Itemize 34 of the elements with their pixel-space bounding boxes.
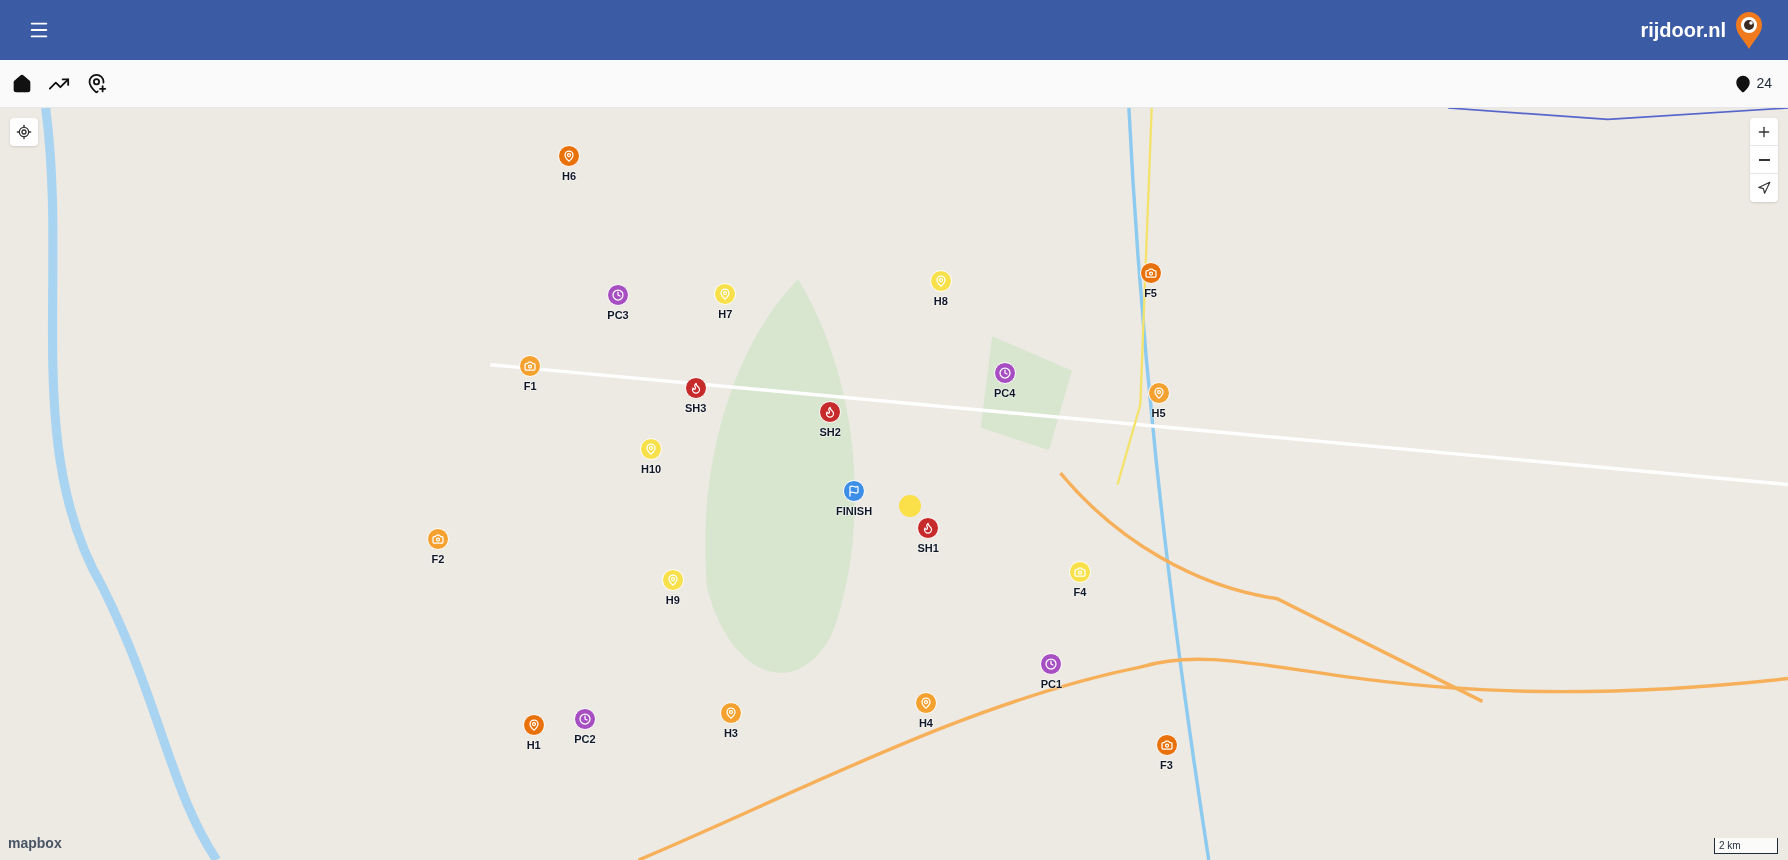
pin-icon xyxy=(1734,74,1753,93)
marker-count: 24 xyxy=(1756,74,1772,93)
scale-bar: 2 km xyxy=(1714,838,1778,854)
pin-icon xyxy=(719,288,732,300)
clock-icon xyxy=(1045,657,1058,670)
compass-icon xyxy=(1757,181,1771,195)
logo-icon xyxy=(1734,10,1764,50)
pin-icon xyxy=(666,574,679,587)
flame-icon xyxy=(824,405,837,418)
locate-icon xyxy=(16,124,32,140)
pin-plus-icon xyxy=(86,73,107,94)
pin-icon xyxy=(1152,387,1165,400)
flag-icon xyxy=(848,485,861,498)
locate-button[interactable] xyxy=(10,118,38,146)
camera-icon xyxy=(1144,267,1157,280)
pin-icon xyxy=(527,719,540,732)
home-icon xyxy=(12,73,32,94)
pin-icon xyxy=(724,706,737,719)
app-title: rijdoor.nl xyxy=(1640,18,1726,43)
flame-icon xyxy=(689,381,702,394)
map-attribution: mapbox xyxy=(8,834,62,853)
camera-icon xyxy=(1160,738,1173,751)
clock-icon xyxy=(612,289,625,302)
pin-icon xyxy=(934,275,947,288)
flame-icon xyxy=(922,521,935,534)
clock-icon xyxy=(578,712,591,725)
camera-icon xyxy=(431,533,444,546)
pin-icon xyxy=(919,696,932,709)
pin-icon xyxy=(645,443,658,456)
camera-icon xyxy=(524,359,537,372)
clock-icon xyxy=(998,366,1011,379)
pin-icon xyxy=(563,149,575,162)
camera-icon xyxy=(1073,566,1086,579)
minus-icon xyxy=(1758,158,1770,161)
